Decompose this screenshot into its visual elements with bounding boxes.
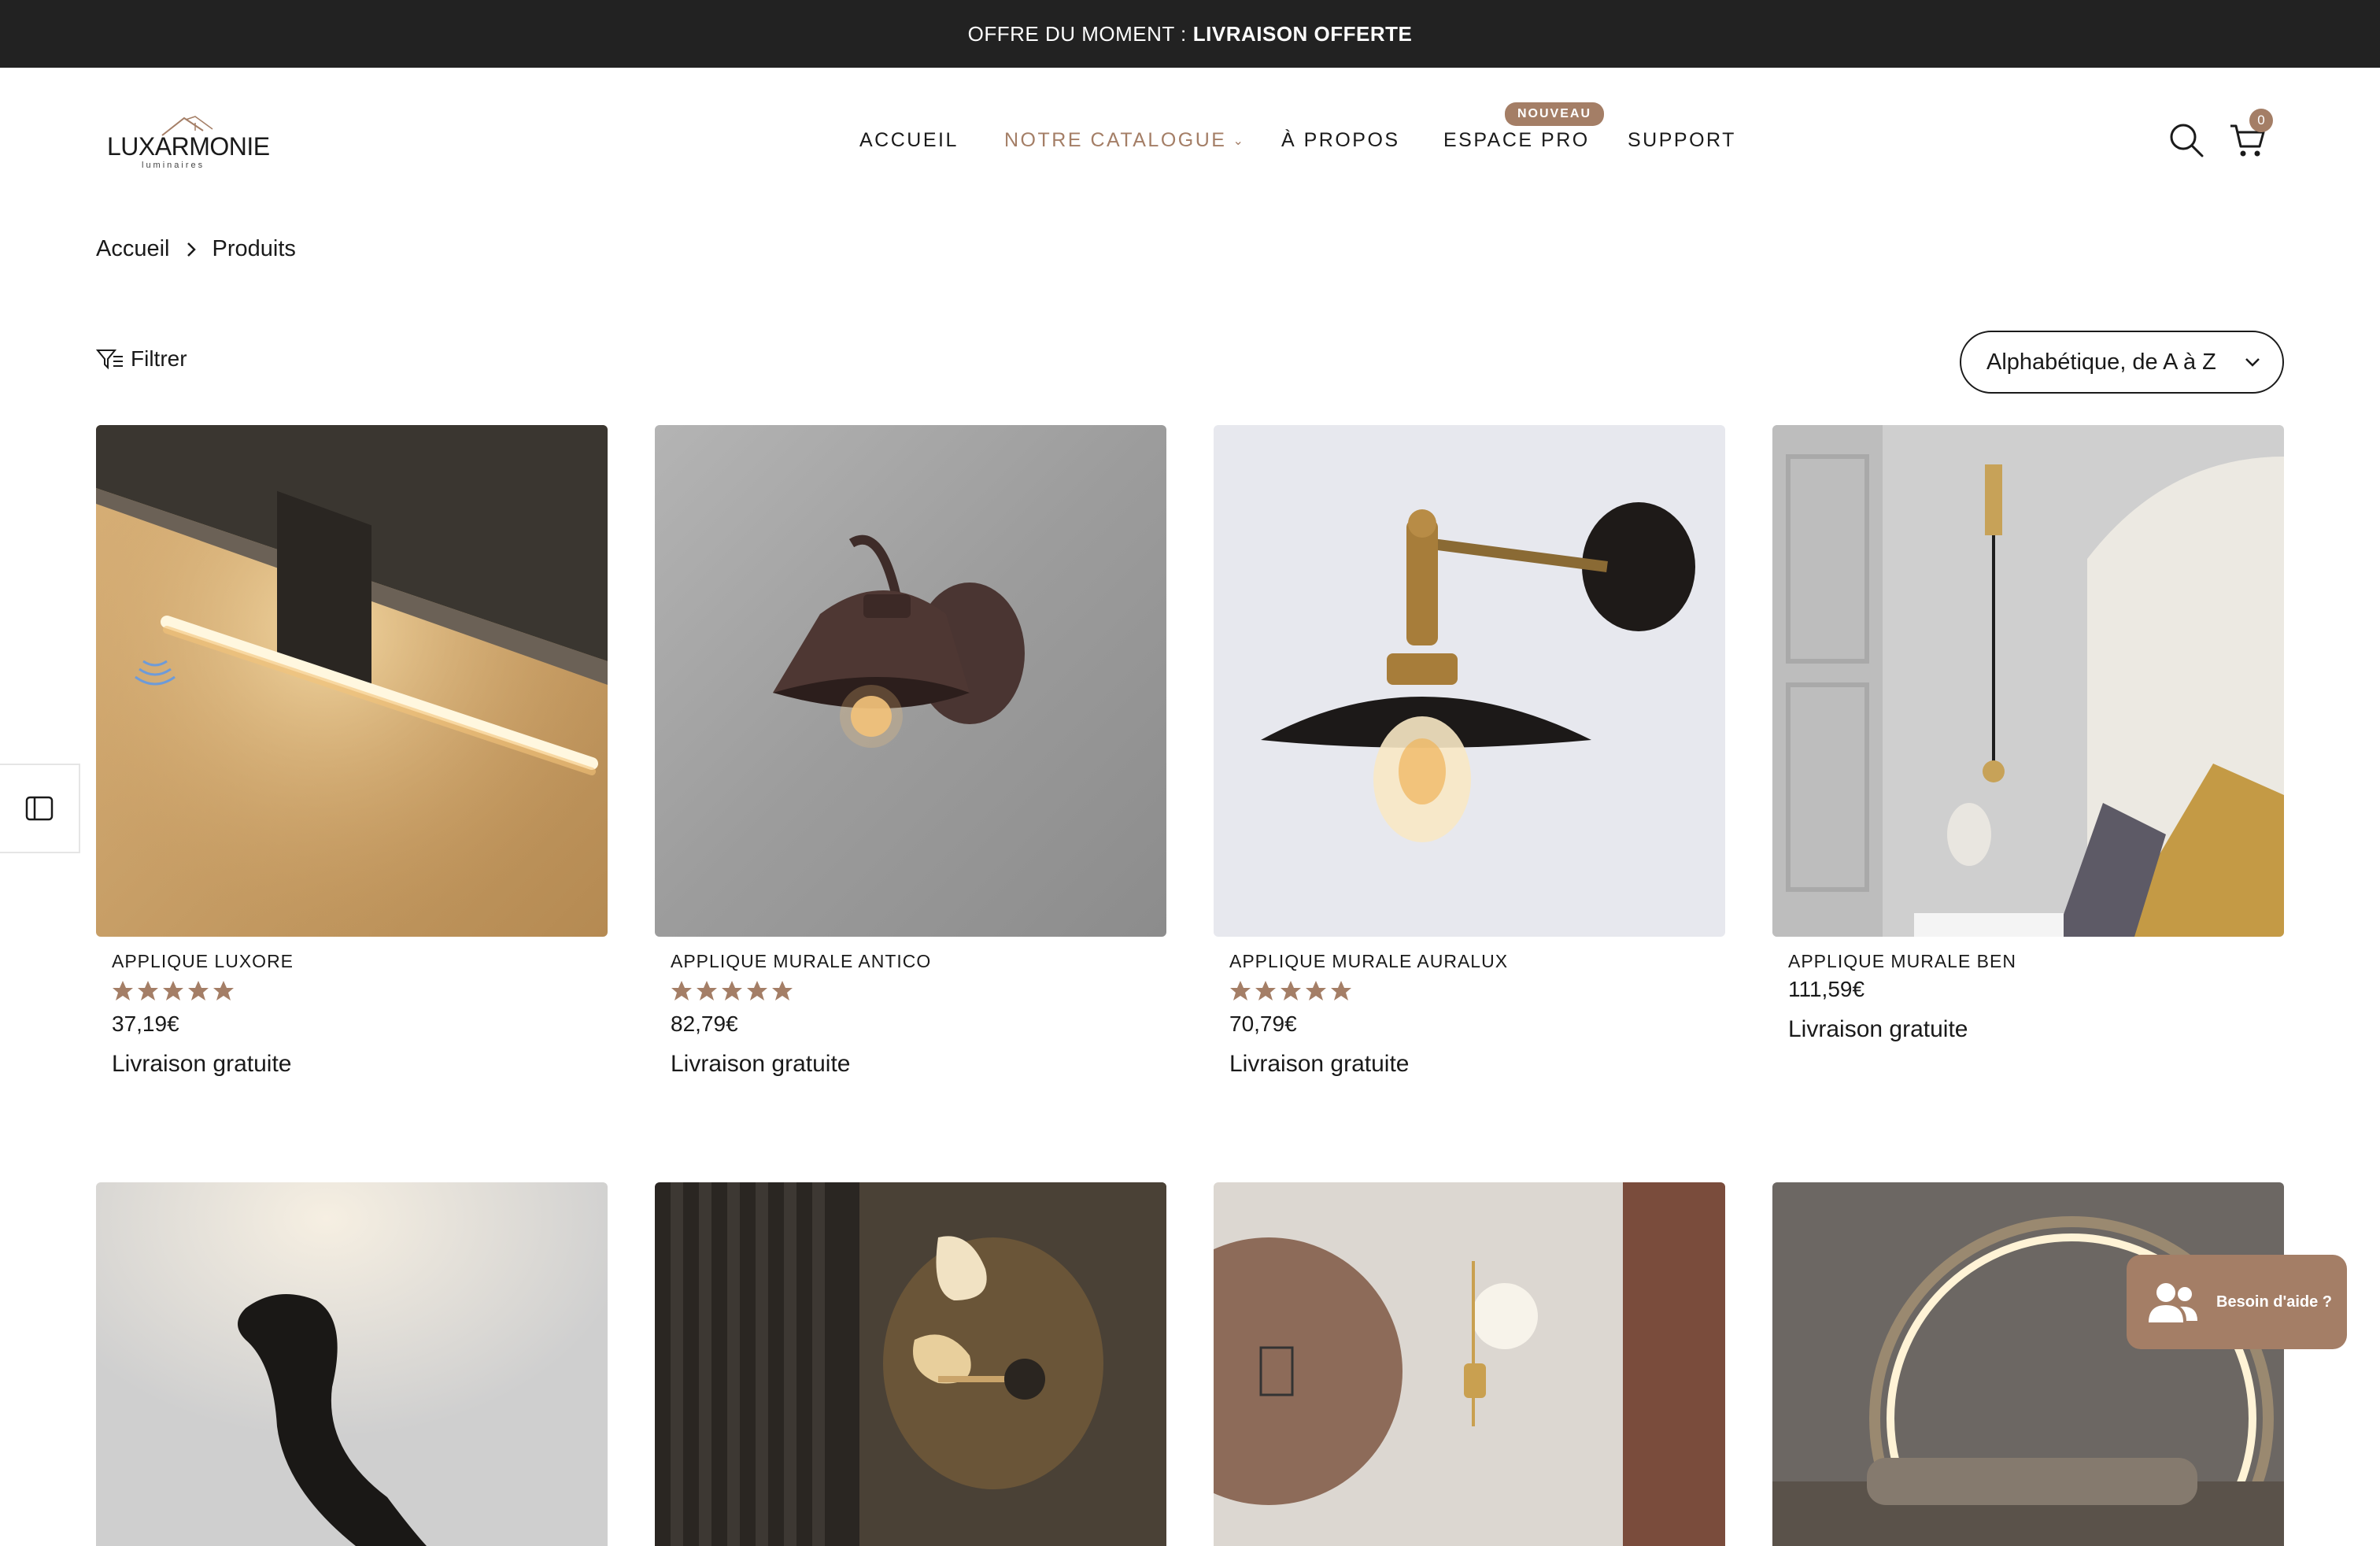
nav-item-label: NOTRE CATALOGUE	[1004, 129, 1227, 151]
product-image[interactable]	[1772, 1182, 2284, 1546]
rating-stars	[1229, 980, 1725, 1002]
shipping-label: Livraison gratuite	[1229, 1051, 1410, 1077]
cart-count-badge: 0	[2249, 109, 2273, 132]
announcement-prefix: OFFRE DU MOMENT :	[967, 21, 1187, 46]
brand-tagline: luminaires	[142, 161, 205, 170]
product-title[interactable]: APPLIQUE MURALE BEN	[1788, 951, 2284, 972]
product-title[interactable]: APPLIQUE MURALE ANTICO	[671, 951, 1166, 972]
sort-select[interactable]: Alphabétique, de A à Z	[1960, 331, 2284, 394]
product-image[interactable]	[655, 1182, 1166, 1546]
nav-item-label: ESPACE PRO	[1443, 129, 1590, 151]
help-chat-button[interactable]: Besoin d'aide ?	[2127, 1255, 2347, 1349]
nav-item-a-propos[interactable]: À PROPOS	[1281, 129, 1400, 152]
users-icon	[2149, 1283, 2197, 1322]
product-card[interactable]: APPLIQUE MURALE AURALUX 70,79€ Livraison…	[1214, 425, 1725, 1078]
product-image[interactable]	[655, 425, 1166, 937]
product-image[interactable]	[96, 1182, 608, 1546]
nav-item-accueil[interactable]: ACCUEIL	[859, 129, 959, 152]
product-card[interactable]	[1772, 1182, 2284, 1546]
search-icon	[2170, 124, 2204, 157]
product-price: 70,79€	[1229, 1012, 1297, 1036]
product-price: 82,79€	[671, 1012, 738, 1036]
nav-item-label: SUPPORT	[1628, 129, 1736, 151]
chevron-down-icon: ⌄	[1232, 135, 1246, 149]
nav-item-label: À PROPOS	[1281, 129, 1400, 151]
shipping-label: Livraison gratuite	[1788, 1016, 1968, 1042]
breadcrumb: Accueil Produits	[96, 236, 296, 262]
help-label: Besoin d'aide ?	[2216, 1293, 2333, 1311]
sidebar-toggle[interactable]	[0, 764, 80, 853]
product-price: 37,19€	[112, 1012, 179, 1036]
product-card[interactable]: APPLIQUE MURALE BEN 111,59€ Livraison gr…	[1772, 425, 2284, 1043]
breadcrumb-home[interactable]: Accueil	[96, 236, 170, 262]
sidebar-panel-icon	[25, 796, 54, 821]
nav-item-espace-pro[interactable]: NOUVEAU ESPACE PRO	[1443, 102, 1605, 152]
filter-button[interactable]: Filtrer	[96, 346, 187, 372]
product-card[interactable]: APPLIQUE LUXORE 37,19€ Livraison gratuit…	[96, 425, 608, 1078]
breadcrumb-current: Produits	[212, 236, 296, 261]
announcement-highlight: LIVRAISON OFFERTE	[1192, 21, 1413, 46]
shipping-label: Livraison gratuite	[112, 1051, 292, 1077]
product-title[interactable]: APPLIQUE MURALE AURALUX	[1229, 951, 1725, 972]
filter-icon	[96, 350, 123, 370]
product-image[interactable]	[96, 425, 608, 937]
search-button[interactable]	[2166, 120, 2207, 161]
product-image[interactable]	[1214, 1182, 1725, 1546]
product-image[interactable]	[1772, 425, 2284, 937]
product-card[interactable]	[655, 1182, 1166, 1546]
product-card[interactable]	[1214, 1182, 1725, 1546]
product-price: 111,59€	[1788, 977, 1865, 1001]
site-header: LUXARMONIE luminaires ACCUEIL NOTRE CATA…	[0, 68, 2380, 209]
nav-item-catalogue[interactable]: NOTRE CATALOGUE ⌄	[1004, 129, 1245, 152]
rating-stars	[112, 980, 608, 1002]
announcement-bar: OFFRE DU MOMENT : LIVRAISON OFFERTE	[0, 0, 2380, 68]
star-rating-icon	[113, 981, 234, 1000]
sort-value: Alphabétique, de A à Z	[1986, 349, 2216, 375]
chevron-down-icon	[2245, 358, 2260, 367]
chevron-right-icon	[187, 242, 196, 257]
nav-item-label: ACCUEIL	[859, 129, 959, 151]
product-title[interactable]: APPLIQUE LUXORE	[112, 951, 608, 972]
new-badge: NOUVEAU	[1505, 102, 1605, 126]
cart-button[interactable]: 0	[2227, 109, 2273, 161]
main-nav: ACCUEIL NOTRE CATALOGUE ⌄ À PROPOS NOUVEA…	[0, 102, 2380, 161]
rating-stars	[671, 980, 1166, 1002]
star-rating-icon	[1230, 981, 1351, 1000]
product-card[interactable]	[96, 1182, 608, 1546]
filter-label: Filtrer	[131, 346, 187, 371]
shipping-label: Livraison gratuite	[671, 1051, 851, 1077]
nav-item-support[interactable]: SUPPORT	[1628, 129, 1736, 152]
product-card[interactable]: APPLIQUE MURALE ANTICO 82,79€ Livraison …	[655, 425, 1166, 1078]
product-image[interactable]	[1214, 425, 1725, 937]
star-rating-icon	[671, 981, 793, 1000]
